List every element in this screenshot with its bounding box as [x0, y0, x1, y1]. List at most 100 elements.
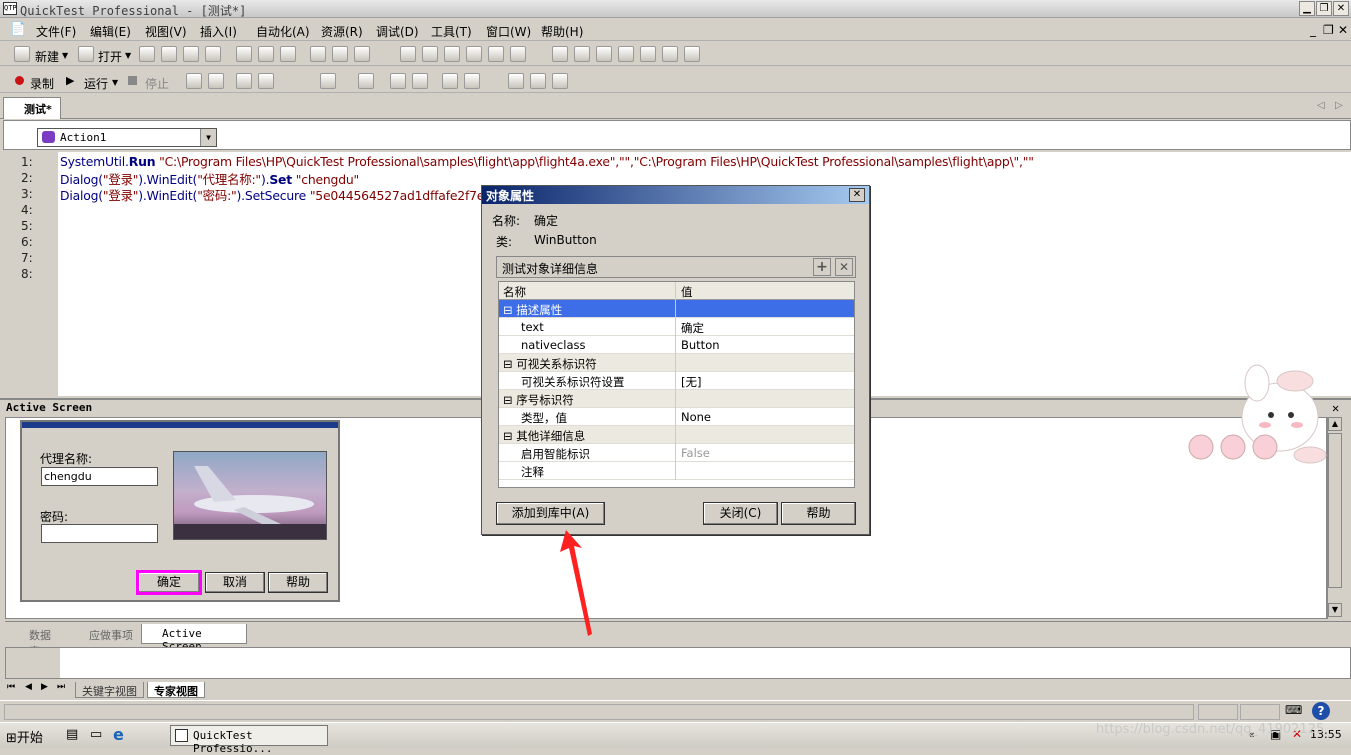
- run-icon[interactable]: ▶: [66, 74, 74, 87]
- menu-window[interactable]: 窗口(W): [486, 23, 531, 40]
- remove-property-icon[interactable]: ✕: [835, 258, 853, 276]
- collapse-icon[interactable]: ⊟: [503, 357, 516, 371]
- help-icon[interactable]: ?: [1312, 702, 1330, 720]
- grid-group-row[interactable]: ⊟ 描述属性: [499, 300, 854, 318]
- taskbar-app-button[interactable]: QuickTest Professio...: [170, 725, 328, 755]
- record-button[interactable]: 录制: [30, 75, 54, 92]
- menu-tools[interactable]: 工具(T): [431, 23, 472, 40]
- tab-todo[interactable]: 应做事项: [69, 624, 141, 644]
- tab-data-table[interactable]: 数据表: [9, 624, 65, 658]
- save-all-icon[interactable]: [161, 46, 177, 62]
- collapse-icon[interactable]: ⊟: [503, 303, 516, 317]
- chevron-down-icon[interactable]: ▼: [200, 129, 216, 146]
- open-button[interactable]: 打开: [98, 48, 122, 65]
- mdi-close-icon[interactable]: ✕: [1338, 23, 1348, 37]
- menu-resources[interactable]: 资源(R): [321, 23, 363, 40]
- scroll-down-icon[interactable]: ▼: [1328, 603, 1342, 617]
- step-generator-icon[interactable]: [310, 46, 326, 62]
- sync-icon[interactable]: [662, 46, 678, 62]
- help-button[interactable]: 帮助: [781, 502, 856, 525]
- first-icon[interactable]: ⏮: [7, 682, 15, 692]
- minimize-button[interactable]: ▁: [1299, 1, 1315, 16]
- print-icon[interactable]: [205, 46, 221, 62]
- collapse-icon[interactable]: ⊟: [503, 429, 516, 443]
- server-manager-icon[interactable]: ▤: [66, 727, 78, 742]
- grid-row[interactable]: text 确定: [499, 318, 854, 336]
- agent-name-field[interactable]: chengdu: [41, 467, 158, 486]
- active-screen-icon[interactable]: [640, 46, 656, 62]
- menu-edit[interactable]: 编辑(E): [90, 23, 131, 40]
- collapse-icon[interactable]: ⊟: [503, 393, 516, 407]
- low-level-record-icon[interactable]: [208, 73, 224, 89]
- replace-icon[interactable]: [466, 46, 482, 62]
- tab-scroll-right-icon[interactable]: ▷: [1335, 100, 1343, 111]
- grid-row[interactable]: 注释: [499, 462, 854, 480]
- tab-scroll-left-icon[interactable]: ◁: [1317, 100, 1325, 111]
- grid-row[interactable]: nativeclass Button: [499, 336, 854, 354]
- new-icon[interactable]: [14, 46, 30, 62]
- clipboard-icon[interactable]: [684, 46, 700, 62]
- help-button[interactable]: 帮助: [268, 572, 328, 593]
- grid-row[interactable]: 类型，值 None: [499, 408, 854, 426]
- function-icon[interactable]: [358, 73, 374, 89]
- breakpoint-icon[interactable]: [390, 73, 406, 89]
- save-icon[interactable]: [139, 46, 155, 62]
- mdi-minimize-icon[interactable]: _: [1310, 23, 1316, 37]
- step-out-icon[interactable]: [464, 73, 480, 89]
- grid-group-row[interactable]: ⊟ 序号标识符: [499, 390, 854, 408]
- results-icon[interactable]: [508, 73, 524, 89]
- copy-icon[interactable]: [258, 46, 274, 62]
- restore-button[interactable]: ❐: [1316, 1, 1332, 16]
- open-icon[interactable]: [78, 46, 94, 62]
- tab-test[interactable]: 测试*: [3, 97, 61, 119]
- tree-icon[interactable]: [574, 46, 590, 62]
- analog-record-icon[interactable]: [186, 73, 202, 89]
- new-dropdown-icon[interactable]: ▼: [62, 51, 68, 60]
- stop-icon[interactable]: [128, 76, 137, 85]
- last-icon[interactable]: ⏭: [57, 682, 65, 692]
- next-icon[interactable]: ▶: [41, 682, 48, 692]
- grid-row[interactable]: 可视关系标识符设置 [无]: [499, 372, 854, 390]
- action-select[interactable]: Action1 ▼: [37, 128, 217, 147]
- paste-icon[interactable]: [280, 46, 296, 62]
- close-button[interactable]: ✕: [1333, 1, 1349, 16]
- tab-keyword-view[interactable]: 关键字视图: [75, 682, 144, 698]
- menu-view[interactable]: 视图(V): [145, 23, 187, 40]
- print-preview-icon[interactable]: [183, 46, 199, 62]
- add-to-repository-button[interactable]: 添加到库中(A): [496, 502, 605, 525]
- run-button[interactable]: 运行: [84, 75, 108, 92]
- redo-icon[interactable]: [422, 46, 438, 62]
- password-field[interactable]: [41, 524, 158, 543]
- tab-active-screen[interactable]: Active Screen: [141, 624, 247, 653]
- ok-button[interactable]: 确定: [136, 570, 202, 595]
- menu-debug[interactable]: 调试(D): [376, 23, 419, 40]
- keyboard-icon[interactable]: ⌨: [1285, 703, 1302, 717]
- cancel-button[interactable]: 取消: [205, 572, 265, 593]
- start-button[interactable]: ⊞开始: [2, 725, 50, 746]
- flag-icon[interactable]: [530, 73, 546, 89]
- table-icon[interactable]: [236, 73, 252, 89]
- tab-expert-view[interactable]: 专家视图: [147, 682, 205, 698]
- prev-icon[interactable]: ◀: [25, 682, 32, 692]
- battery-icon[interactable]: [258, 73, 274, 89]
- binoculars-icon[interactable]: [488, 46, 504, 62]
- run-dropdown-icon[interactable]: ▼: [112, 78, 118, 87]
- desktop-icon[interactable]: ▭: [90, 727, 102, 742]
- indent-icon[interactable]: [552, 46, 568, 62]
- object-repository-icon[interactable]: [332, 46, 348, 62]
- data-table-icon[interactable]: [618, 46, 634, 62]
- grid-group-row[interactable]: ⊟ 其他详细信息: [499, 426, 854, 444]
- menu-help[interactable]: 帮助(H): [541, 23, 583, 40]
- new-button[interactable]: 新建: [35, 48, 59, 65]
- mdi-restore-icon[interactable]: ❐: [1323, 23, 1334, 37]
- menu-automation[interactable]: 自动化(A): [256, 23, 310, 40]
- close-button[interactable]: 关闭(C): [703, 502, 778, 525]
- step-into-icon[interactable]: [442, 73, 458, 89]
- report-icon[interactable]: [552, 73, 568, 89]
- stop-button[interactable]: 停止: [145, 75, 169, 92]
- font-icon[interactable]: [510, 46, 526, 62]
- menu-file[interactable]: 文件(F): [36, 23, 76, 40]
- ie-icon[interactable]: e: [113, 725, 124, 744]
- clear-breakpoints-icon[interactable]: [412, 73, 428, 89]
- grid-row[interactable]: 启用智能标识 False: [499, 444, 854, 462]
